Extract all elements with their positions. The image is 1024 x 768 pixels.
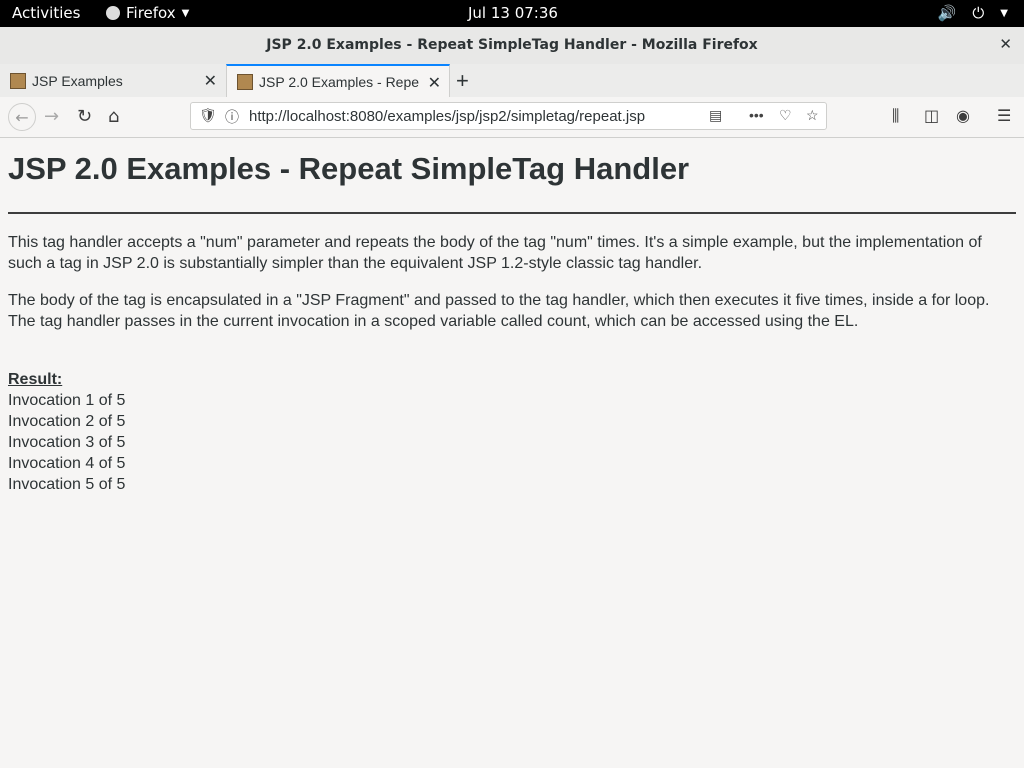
page-heading: JSP 2.0 Examples - Repeat SimpleTag Hand… bbox=[8, 151, 690, 186]
result-label: Result: bbox=[8, 371, 63, 388]
forward-button[interactable]: → bbox=[44, 106, 59, 127]
invocation-line: Invocation 4 of 5 bbox=[8, 455, 126, 472]
invocation-line: Invocation 5 of 5 bbox=[8, 476, 126, 493]
volume-icon: 🔊 bbox=[937, 4, 957, 22]
bookmark-star-icon[interactable]: ☆ bbox=[806, 107, 819, 124]
tab-label: JSP Examples bbox=[32, 72, 123, 89]
page-actions-icon[interactable]: ••• bbox=[749, 107, 764, 123]
close-window-button[interactable]: ✕ bbox=[999, 35, 1012, 53]
tomcat-favicon-icon bbox=[10, 72, 26, 89]
clock[interactable]: Jul 13 07:36 bbox=[468, 4, 558, 22]
chevron-down-icon: ▼ bbox=[181, 7, 190, 19]
result-block: Result: Invocation 1 of 5 Invocation 2 o… bbox=[8, 369, 1016, 495]
menu-icon[interactable]: ☰ bbox=[997, 106, 1011, 125]
invocation-line: Invocation 3 of 5 bbox=[8, 434, 126, 451]
tab-jsp-examples[interactable]: JSP Examples ✕ bbox=[0, 64, 225, 97]
tomcat-favicon-icon bbox=[237, 74, 253, 90]
navigation-toolbar: ← → ↻ ⌂ 🛡 ⓘ http://localhost:8080/exampl… bbox=[0, 97, 1024, 138]
page-content: JSP 2.0 Examples - Repeat SimpleTag Hand… bbox=[8, 138, 1016, 495]
reader-view-icon[interactable]: ▤ bbox=[709, 107, 722, 124]
firefox-icon bbox=[106, 6, 120, 20]
url-bar[interactable]: 🛡 ⓘ http://localhost:8080/examples/jsp/j… bbox=[190, 102, 827, 130]
system-top-bar: Activities Firefox ▼ Jul 13 07:36 🔊 ⏻ ▼ bbox=[0, 0, 1024, 27]
home-button[interactable]: ⌂ bbox=[108, 106, 119, 127]
account-icon[interactable]: ◉ bbox=[956, 106, 970, 125]
sidebar-icon[interactable]: ◫ bbox=[924, 106, 939, 125]
url-text[interactable]: http://localhost:8080/examples/jsp/jsp2/… bbox=[249, 108, 645, 125]
app-menu-label: Firefox bbox=[126, 4, 176, 22]
pocket-icon[interactable]: ♡ bbox=[779, 107, 792, 124]
activities-button[interactable]: Activities bbox=[12, 4, 80, 22]
app-menu[interactable]: Firefox ▼ bbox=[106, 4, 189, 22]
invocation-line: Invocation 2 of 5 bbox=[8, 413, 126, 430]
power-icon: ⏻ bbox=[972, 4, 985, 22]
back-button[interactable]: ← bbox=[8, 103, 36, 131]
tab-bar: JSP Examples ✕ JSP 2.0 Examples - Repeat… bbox=[0, 64, 1024, 98]
shield-icon[interactable]: 🛡 bbox=[199, 107, 217, 124]
window-title: JSP 2.0 Examples - Repeat SimpleTag Hand… bbox=[266, 37, 758, 53]
info-icon[interactable]: ⓘ bbox=[225, 107, 239, 127]
chevron-down-icon: ▼ bbox=[1000, 7, 1008, 19]
close-tab-icon[interactable]: ✕ bbox=[204, 71, 217, 91]
window-titlebar: JSP 2.0 Examples - Repeat SimpleTag Hand… bbox=[0, 27, 1024, 65]
tab-label: JSP 2.0 Examples - Repeat SimpleTag Hand… bbox=[259, 74, 419, 90]
description-paragraph-1: This tag handler accepts a "num" paramet… bbox=[8, 234, 982, 272]
tab-repeat-simpletag[interactable]: JSP 2.0 Examples - Repeat SimpleTag Hand… bbox=[226, 64, 450, 98]
reload-button[interactable]: ↻ bbox=[77, 106, 92, 127]
close-tab-icon[interactable]: ✕ bbox=[428, 73, 441, 93]
divider bbox=[8, 212, 1016, 214]
new-tab-button[interactable]: + bbox=[456, 68, 469, 94]
description-paragraph-2: The body of the tag is encapsulated in a… bbox=[8, 292, 990, 330]
library-icon[interactable]: ⫼ bbox=[892, 106, 899, 126]
invocation-line: Invocation 1 of 5 bbox=[8, 392, 126, 409]
system-tray[interactable]: 🔊 ⏻ ▼ bbox=[938, 4, 1008, 22]
